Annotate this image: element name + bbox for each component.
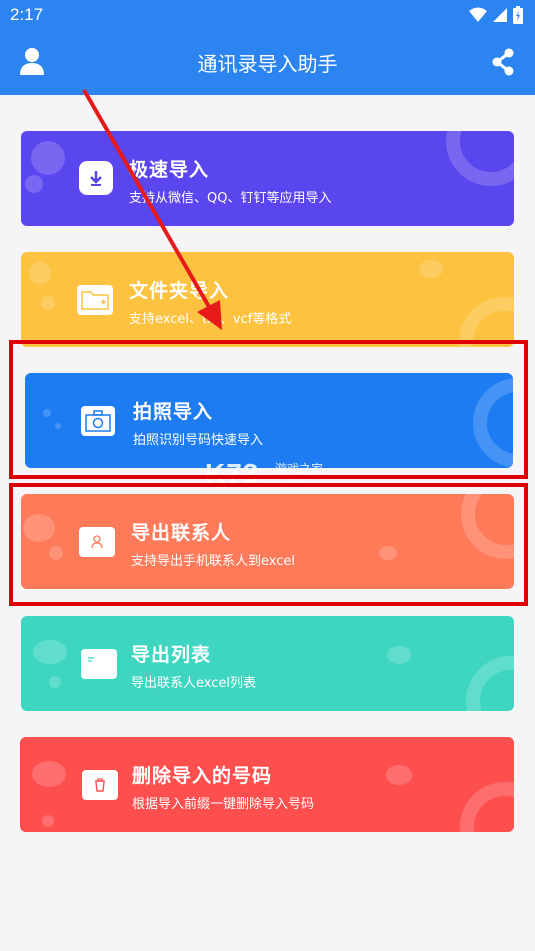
decor-bubble: [32, 761, 66, 787]
download-icon: [90, 171, 102, 186]
decor-bubble: [31, 141, 65, 175]
fast-import-card[interactable]: 极速导入 支持从微信、QQ、钉钉等应用导入: [21, 131, 514, 226]
status-time: 2:17: [10, 5, 44, 24]
decor-bubble: [29, 262, 51, 284]
decor-ring: [446, 131, 514, 186]
decor-ring: [460, 782, 514, 832]
battery-icon: [513, 6, 523, 24]
card-icon-box: [77, 285, 113, 315]
share-icon[interactable]: [491, 48, 515, 76]
status-icons: [469, 6, 523, 24]
decor-bubble: [419, 260, 443, 278]
card-title: 文件夹导入: [129, 280, 230, 302]
signal-icon: [493, 8, 507, 22]
card-subtitle: 支持excel、txt、vcf等格式: [129, 312, 292, 327]
folder-import-card[interactable]: 文件夹导入 支持excel、txt、vcf等格式: [21, 252, 514, 347]
card-icon-box: [82, 770, 118, 800]
page-title: 通讯录导入助手: [197, 52, 338, 76]
card-subtitle: 导出联系人excel列表: [131, 676, 256, 691]
card-subtitle: 根据导入前缀一键删除导入号码: [132, 797, 315, 812]
decor-bubble: [386, 765, 412, 785]
card-icon-box: [81, 649, 117, 679]
highlight-box-export: [9, 483, 528, 606]
card-title: 极速导入: [129, 159, 210, 181]
decor-bubble: [33, 640, 67, 664]
highlight-box-photo: [9, 340, 528, 479]
card-subtitle: 支持从微信、QQ、钉钉等应用导入: [129, 191, 332, 206]
folder-icon: [81, 291, 109, 310]
decor-bubble: [41, 296, 55, 310]
decor-bubble: [42, 815, 54, 827]
trash-icon: [95, 778, 105, 792]
decor-bubble: [387, 646, 411, 664]
decor-bubble: [25, 175, 43, 193]
decor-ring: [466, 656, 514, 711]
list-icon: [88, 657, 94, 662]
delete-imported-card[interactable]: 删除导入的号码 根据导入前缀一键删除导入号码: [20, 737, 514, 832]
wifi-icon: [469, 7, 487, 22]
status-bar: 2:17: [0, 0, 535, 30]
card-title: 删除导入的号码: [132, 765, 273, 787]
card-icon-box: [79, 161, 113, 195]
export-list-card[interactable]: 导出列表 导出联系人excel列表: [21, 616, 514, 711]
app-bar: 2:17 通讯录导入助手: [0, 0, 535, 95]
decor-bubble: [49, 676, 61, 688]
card-title: 导出列表: [131, 644, 212, 666]
